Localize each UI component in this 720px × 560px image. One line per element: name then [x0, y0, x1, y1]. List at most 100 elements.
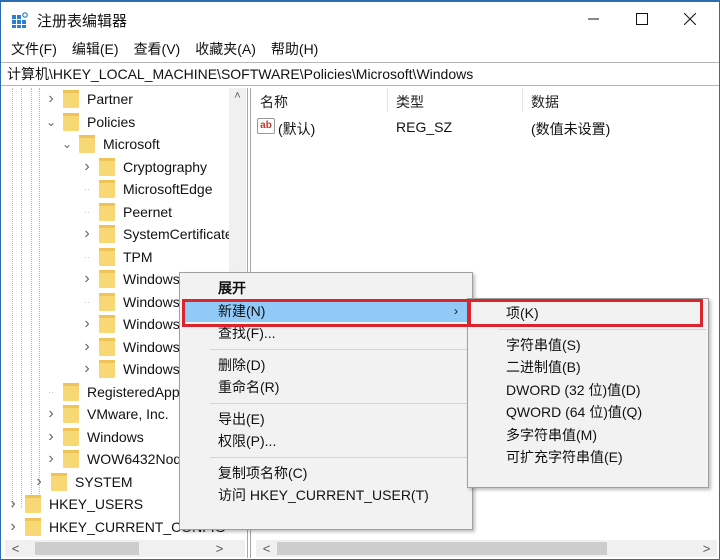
chevron-right-icon[interactable]: › — [7, 518, 19, 536]
tree-item[interactable]: › Windows — [81, 358, 180, 380]
tree-item-label: Windows — [123, 271, 180, 287]
folder-icon — [63, 450, 79, 468]
tree-connector: ·· — [48, 386, 54, 397]
menu-item-label: 重命名(R) — [218, 379, 280, 395]
tree-item-label: TPM — [123, 248, 153, 265]
menu-item[interactable]: DWORD (32 位)值(D) — [470, 379, 706, 401]
chevron-right-icon[interactable]: › — [45, 428, 57, 446]
column-header-type[interactable]: 类型 — [396, 92, 424, 112]
tree-horizontal-scrollbar[interactable]: < > — [5, 540, 245, 557]
scroll-right-icon[interactable]: > — [211, 540, 228, 557]
menu-item[interactable]: 复制项名称(C) — [182, 462, 470, 484]
menu-file[interactable]: 文件(F) — [11, 38, 57, 60]
tree-connector: ·· — [84, 251, 90, 262]
tree-item[interactable]: › SystemCertificates — [81, 223, 240, 245]
tree-item[interactable]: › Cryptography — [81, 156, 207, 178]
chevron-right-icon[interactable]: › — [7, 495, 19, 513]
value-data: (数值未设置) — [531, 121, 611, 137]
tree-connector: ·· — [84, 296, 90, 307]
menu-item[interactable]: 重命名(R) — [182, 376, 470, 398]
menu-item[interactable]: QWORD (64 位)值(Q) — [470, 401, 706, 423]
tree-item-label: SYSTEM — [75, 473, 133, 490]
tree-item[interactable]: › Windows — [45, 426, 144, 448]
tree-item[interactable]: › VMware, Inc. — [45, 403, 169, 425]
tree-item[interactable]: ⌄ Microsoft — [61, 133, 160, 155]
chevron-right-icon[interactable]: › — [81, 270, 93, 288]
scroll-left-icon[interactable]: < — [7, 540, 24, 557]
scroll-right-icon[interactable]: > — [698, 540, 715, 557]
chevron-right-icon[interactable]: › — [45, 450, 57, 468]
close-button[interactable] — [667, 2, 713, 36]
string-value-icon: ab — [257, 118, 275, 134]
tree-item[interactable]: ·· Peernet — [81, 201, 172, 223]
scrollbar-thumb[interactable] — [277, 542, 607, 555]
tree-item[interactable]: ·· MicrosoftEdge — [81, 178, 212, 200]
minimize-button[interactable] — [571, 2, 617, 36]
tree-item[interactable]: ·· TPM — [81, 246, 153, 268]
folder-icon — [99, 225, 115, 243]
menu-item-label: 多字符串值(M) — [506, 426, 597, 443]
chevron-right-icon[interactable]: › — [81, 315, 93, 333]
address-bar[interactable]: 计算机\HKEY_LOCAL_MACHINE\SOFTWARE\Policies… — [1, 62, 719, 86]
chevron-right-icon[interactable]: › — [81, 158, 93, 176]
menu-separator — [210, 402, 470, 404]
menu-item[interactable]: 删除(D) — [182, 354, 470, 376]
column-header-data[interactable]: 数据 — [531, 92, 559, 112]
menu-item[interactable]: 新建(N) › — [182, 299, 470, 322]
folder-icon — [99, 337, 115, 356]
menu-item[interactable]: 查找(F)... — [182, 322, 470, 344]
chevron-down-icon[interactable]: ⌄ — [61, 137, 73, 151]
menu-help[interactable]: 帮助(H) — [271, 38, 318, 60]
tree-item[interactable]: › Partner — [45, 88, 133, 110]
tree-item[interactable]: › Windows — [77, 267, 184, 291]
menu-item-label: 可扩充字符串值(E) — [506, 449, 623, 465]
tree-item[interactable]: › Windows — [81, 336, 180, 358]
tree-item[interactable]: ·· Windows — [81, 291, 180, 313]
chevron-down-icon[interactable]: ⌄ — [45, 115, 57, 129]
menu-item[interactable]: 访问 HKEY_CURRENT_USER(T) — [182, 484, 470, 506]
column-divider[interactable] — [522, 88, 523, 112]
menu-item[interactable]: 可扩充字符串值(E) — [470, 446, 706, 468]
chevron-right-icon[interactable]: › — [81, 225, 93, 243]
tree-item-label: Microsoft — [103, 136, 160, 152]
menu-item[interactable]: 多字符串值(M) — [470, 424, 706, 446]
menu-item[interactable]: 项(K) — [470, 302, 706, 324]
folder-icon — [51, 472, 67, 491]
chevron-right-icon[interactable]: › — [33, 473, 45, 491]
folder-icon — [25, 517, 41, 536]
menu-item-label: 展开 — [218, 280, 246, 296]
chevron-right-icon[interactable]: › — [45, 405, 57, 423]
menu-item-label: DWORD (32 位)值(D) — [506, 381, 641, 398]
tree-item[interactable]: › WOW6432Node — [45, 448, 189, 470]
menu-item[interactable]: 权限(P)... — [182, 430, 470, 452]
chevron-right-icon[interactable]: › — [81, 338, 93, 356]
scroll-up-icon[interactable]: ˄ — [229, 90, 246, 102]
column-header-name[interactable]: 名称 — [260, 92, 288, 112]
menu-item[interactable]: 字符串值(S) — [470, 334, 706, 356]
folder-icon — [25, 495, 41, 513]
menu-item[interactable]: 导出(E) — [182, 408, 470, 430]
list-horizontal-scrollbar[interactable]: < > — [256, 540, 717, 557]
column-divider[interactable] — [387, 88, 388, 112]
value-name: (默认) — [278, 121, 316, 137]
new-submenu: 项(K) 字符串值(S) 二进制值(B) DWORD (32 位)值(D) QWORD … — [467, 298, 709, 488]
scrollbar-thumb[interactable] — [35, 542, 139, 555]
maximize-button[interactable] — [619, 2, 665, 36]
chevron-right-icon[interactable]: › — [45, 90, 57, 108]
tree-item-label: Partner — [87, 91, 133, 107]
menu-item[interactable]: 展开 — [182, 277, 470, 299]
tree-item[interactable]: ⌄ Policies — [45, 111, 135, 133]
menu-edit[interactable]: 编辑(E) — [72, 38, 119, 60]
menu-item-label: 项(K) — [506, 305, 539, 321]
chevron-right-icon[interactable]: › — [81, 360, 93, 378]
scroll-left-icon[interactable]: < — [258, 540, 275, 557]
menu-item[interactable]: 二进制值(B) — [470, 356, 706, 378]
tree-item[interactable]: › Windows — [81, 313, 180, 335]
menu-view[interactable]: 查看(V) — [134, 38, 181, 60]
menu-favorites[interactable]: 收藏夹(A) — [195, 38, 256, 60]
menu-item-label: 二进制值(B) — [506, 359, 581, 375]
tree-item[interactable]: › SYSTEM — [33, 471, 133, 493]
tree-item[interactable]: › HKEY_USERS — [7, 493, 143, 515]
folder-icon — [99, 270, 115, 288]
value-type: REG_SZ — [396, 119, 453, 135]
